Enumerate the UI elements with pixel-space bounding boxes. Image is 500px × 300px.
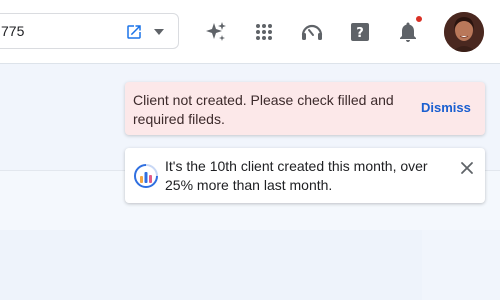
bar-chart-icon — [134, 164, 158, 188]
info-toast-message: It's the 10th client created this month,… — [165, 158, 428, 193]
headset-icon[interactable] — [300, 20, 324, 44]
error-toast: Client not created. Please check filled … — [125, 82, 485, 135]
caret-down-icon[interactable] — [154, 28, 164, 36]
info-toast: It's the 10th client created this month,… — [125, 148, 485, 203]
open-in-new-icon[interactable] — [125, 23, 143, 41]
avatar[interactable] — [444, 12, 484, 52]
help-icon[interactable]: ? — [348, 20, 372, 44]
error-toast-message: Client not created. Please check filled … — [133, 92, 394, 127]
apps-grid-icon[interactable] — [252, 20, 276, 44]
search-input-value: 775 — [1, 23, 25, 39]
dismiss-button[interactable]: Dismiss — [421, 100, 471, 115]
content-panel — [0, 230, 422, 300]
notification-badge — [415, 15, 423, 23]
bell-icon[interactable] — [396, 20, 420, 44]
sparkle-icon[interactable] — [204, 20, 228, 44]
top-bar: 775 ? — [0, 0, 500, 64]
search-input[interactable]: 775 — [0, 13, 179, 49]
avatar-image — [444, 12, 484, 52]
close-icon[interactable] — [460, 161, 474, 175]
svg-text:?: ? — [356, 26, 364, 41]
